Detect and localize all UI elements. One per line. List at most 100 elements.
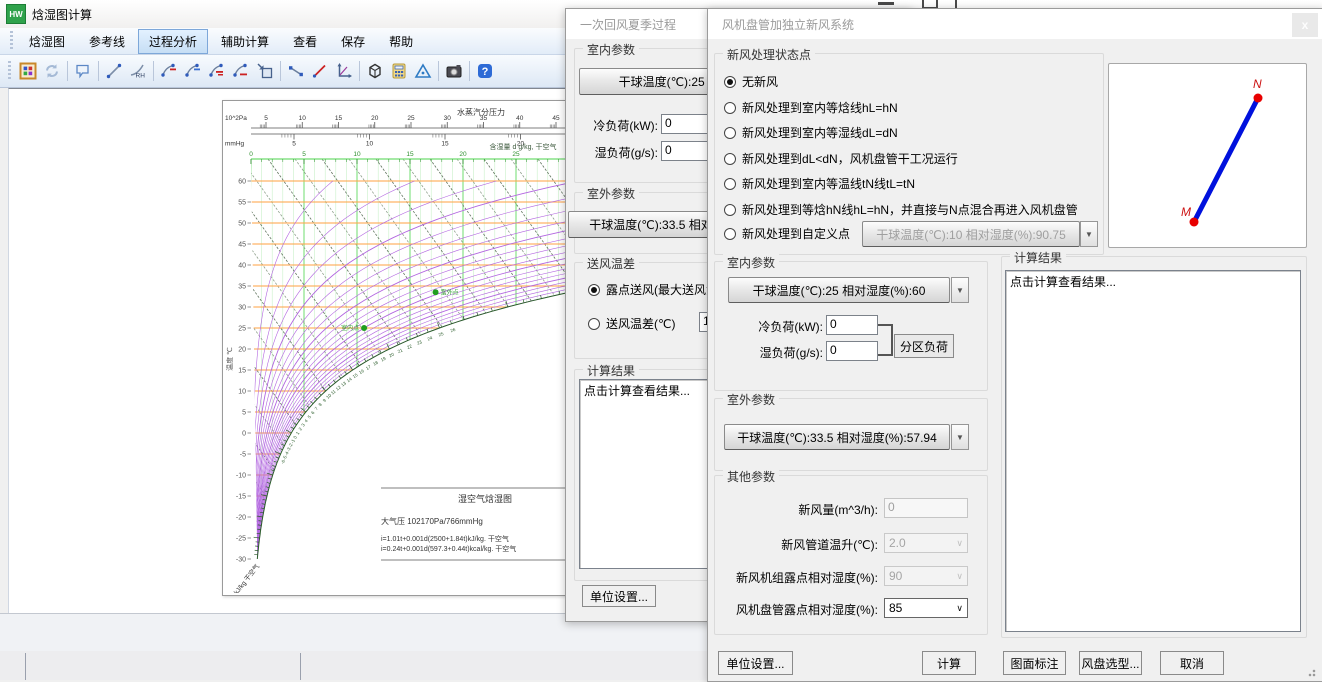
menu-item-2[interactable]: 过程分析 [138,29,208,54]
process-heat-icon[interactable] [181,59,205,83]
combo-value: 2.0 [889,536,906,550]
annotate-button[interactable]: 图面标注 [1003,651,1066,675]
svg-text:30: 30 [238,305,246,312]
outdoor-temp-dropdown-icon[interactable]: ▼ [951,424,969,450]
option-label: 无新风 [742,73,778,90]
state-box-icon[interactable] [253,59,277,83]
resize-grip[interactable] [1306,667,1316,677]
rh-curve-icon[interactable]: RH [126,59,150,83]
menu-item-6[interactable]: 帮助 [378,29,424,54]
supply-temp-diff-option[interactable]: 送风温差(℃) [588,315,675,332]
calc-result-box[interactable]: 点击计算查看结果... [1005,270,1301,632]
radio-icon[interactable] [724,127,736,139]
fresh-option-1[interactable]: 新风处理到室内等焓线hL=hN [724,99,898,116]
process-cool-icon[interactable] [157,59,181,83]
menu-item-1[interactable]: 参考线 [78,29,136,54]
process-humidify-icon[interactable] [205,59,229,83]
fresh-option-5[interactable]: 新风处理到等焓hN线hL=hN，并直接与N点混合再进入风机盘管 [724,201,1078,218]
svg-text:10: 10 [299,115,307,122]
fresh-option-4[interactable]: 新风处理到室内等温线tN线tL=tN [724,175,915,192]
svg-text:15: 15 [352,372,359,379]
radio-icon[interactable] [724,178,736,190]
cooling-load-label: 冷负荷(kW): [738,318,823,335]
unit-settings-button[interactable]: 单位设置... [582,585,656,607]
option-label: 新风处理到室内等温线tN线tL=tN [742,175,915,192]
palette-icon[interactable] [16,59,40,83]
mix-line-icon[interactable] [284,59,308,83]
svg-text:45: 45 [238,242,246,249]
svg-text:20: 20 [459,151,467,158]
svg-text:26: 26 [450,327,457,334]
svg-text:-25: -25 [236,536,246,543]
calculator-icon[interactable] [387,59,411,83]
process-dehumidify-icon[interactable] [229,59,253,83]
close-icon[interactable]: x [1292,13,1318,37]
zone-load-button[interactable]: 分区负荷 [894,334,954,358]
svg-text:17: 17 [365,364,372,371]
indoor-temp-dropdown-icon[interactable]: ▼ [951,277,969,303]
toolbar-separator [67,61,68,81]
dialog-fan-coil-fresh-air: 风机盘管加独立新风系统 x 新风处理状态点 无新风新风处理到室内等焓线hL=hN… [707,8,1322,682]
svg-text:15: 15 [238,368,246,375]
dialog2-titlebar[interactable]: 风机盘管加独立新风系统 [708,9,1322,39]
chevron-down-icon[interactable]: ∨ [956,603,963,614]
toolbar-separator [280,61,281,81]
indoor-temp-button[interactable]: 干球温度(℃):25 相对湿度(%):60 [728,277,950,303]
menu-item-5[interactable]: 保存 [330,29,376,54]
svg-text:20: 20 [388,351,395,358]
cancel-button[interactable]: 取消 [1160,651,1224,675]
radio-icon[interactable] [724,153,736,165]
radio-icon[interactable] [588,318,600,330]
radio-icon[interactable] [724,204,736,216]
help-icon[interactable]: ? [473,59,497,83]
fresh-option-0[interactable]: 无新风 [724,73,778,90]
menu-item-3[interactable]: 辅助计算 [210,29,280,54]
snapshot-icon[interactable] [442,59,466,83]
custom-point-dropdown-icon[interactable]: ▼ [1080,221,1098,247]
svg-text:60: 60 [238,179,246,186]
axes-icon[interactable] [332,59,356,83]
svg-text:-10: -10 [236,473,246,480]
refresh-icon[interactable] [40,59,64,83]
cooling-load-input[interactable]: 0 [661,114,709,134]
fan-coil-selection-button[interactable]: 风盘选型... [1079,651,1142,675]
svg-text:20: 20 [238,347,246,354]
moisture-load-input[interactable]: 0 [661,141,709,161]
process-diagram-panel: MN [1108,63,1307,248]
unit-settings-button[interactable]: 单位设置... [718,651,793,675]
other-param-label: 新风量(m^3/h): [720,501,878,518]
radio-icon[interactable] [588,284,600,296]
svg-text:5: 5 [292,141,296,148]
fresh-option-3[interactable]: 新风处理到dL<dN，风机盘管干工况运行 [724,150,958,167]
cooling-load-input[interactable]: 0 [826,315,878,335]
toolbar-grip [8,61,11,81]
menu-item-4[interactable]: 查看 [282,29,328,54]
line-icon[interactable] [102,59,126,83]
toolbar-separator [469,61,470,81]
fresh-option-2[interactable]: 新风处理到室内等湿线dL=dN [724,124,898,141]
triangle-icon[interactable] [411,59,435,83]
radio-icon[interactable] [724,228,736,240]
svg-text:15: 15 [406,151,414,158]
menu-item-0[interactable]: 焓湿图 [18,29,76,54]
outdoor-temp-button[interactable]: 干球温度(℃):33.5 相对湿度(%):57.94 [724,424,950,450]
cube-icon[interactable] [363,59,387,83]
background-window-fragment [878,2,894,5]
group-label: 计算结果 [1010,249,1066,266]
group-label: 室外参数 [583,185,639,202]
calculate-button[interactable]: 计算 [922,651,976,675]
point-M-label: M [1181,205,1191,219]
pin-icon[interactable] [71,59,95,83]
moisture-load-input[interactable]: 0 [826,341,878,361]
other-param-combo-3[interactable]: 85∨ [884,598,968,618]
svg-text:大气压 102170Pa/766mmHg: 大气压 102170Pa/766mmHg [381,516,483,526]
radio-icon[interactable] [724,76,736,88]
svg-text:15: 15 [335,115,343,122]
svg-text:kJ/kg 干空气: kJ/kg 干空气 [231,562,261,593]
svg-text:-30: -30 [236,557,246,564]
custom-line-icon[interactable] [308,59,332,83]
svg-text:10: 10 [366,141,374,148]
fresh-option-6[interactable]: 新风处理到自定义点 [724,225,850,242]
radio-icon[interactable] [724,102,736,114]
point-N [1254,94,1263,103]
